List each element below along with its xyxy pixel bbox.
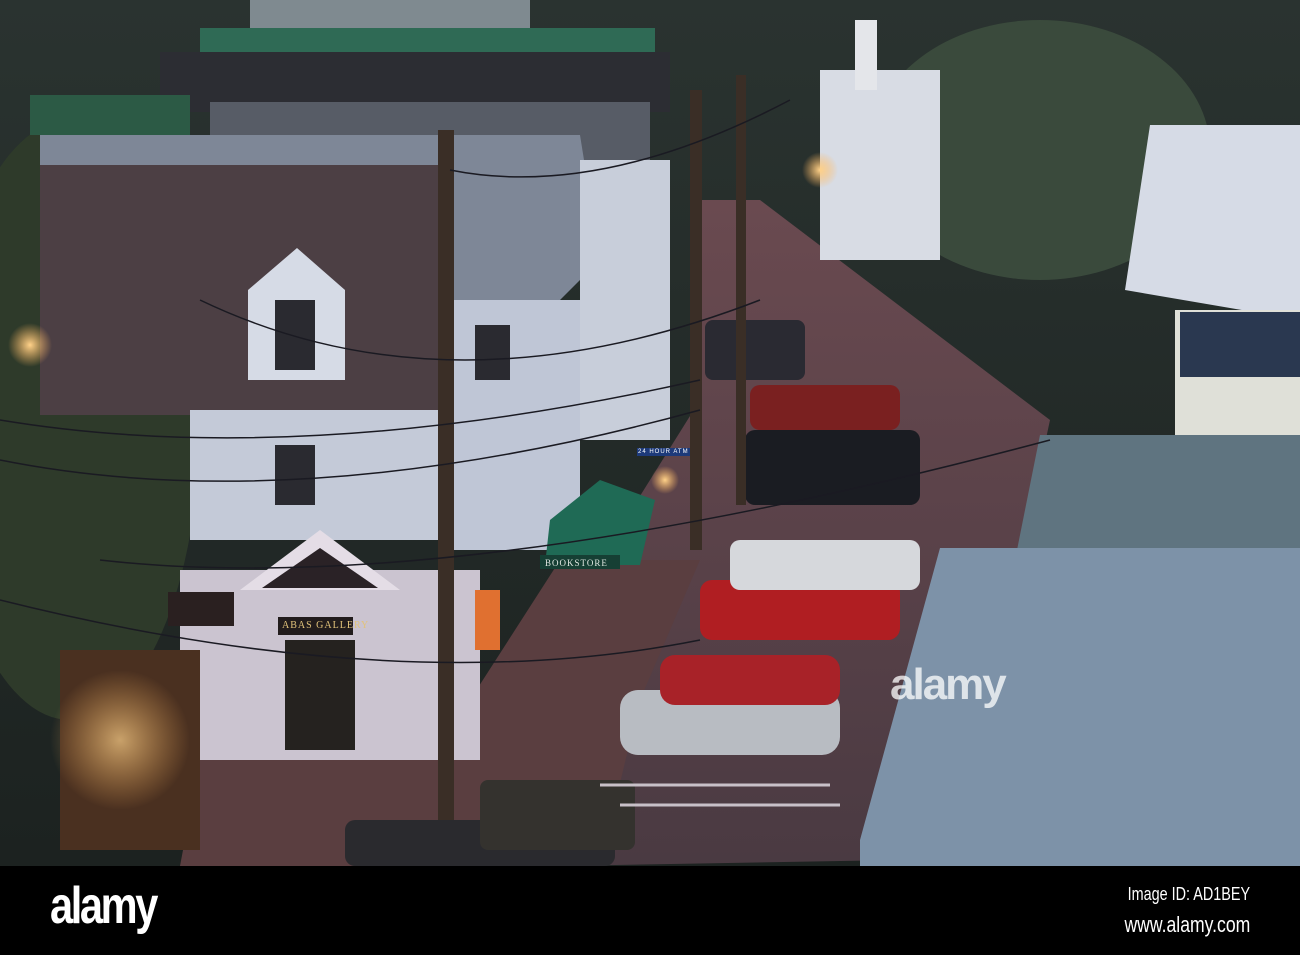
lit-window: [475, 590, 500, 650]
stock-photo-frame: BOOKSTORE ABAS GALLERY 24 HOUR ATM alamy…: [0, 0, 1300, 955]
lamp-post-light: [651, 466, 679, 494]
hanging-sign: [168, 592, 234, 626]
bookstore-sign: BOOKSTORE: [545, 558, 608, 568]
red-car: [660, 655, 840, 705]
house-facade: [190, 410, 460, 540]
website-link[interactable]: www.alamy.com: [1124, 912, 1250, 938]
jeep: [480, 780, 635, 850]
roof: [1180, 312, 1300, 377]
image-id-label: Image ID: AD1BEY: [1127, 884, 1250, 904]
utility-pole: [690, 90, 702, 550]
utility-pole: [438, 130, 454, 820]
house-facade: [1125, 125, 1300, 320]
shingled-roof: [40, 165, 440, 415]
town-street-dusk-photo: [0, 0, 1300, 866]
footer-bar: alamy Image ID: AD1BEY www.alamy.com: [0, 866, 1300, 955]
roof: [30, 95, 190, 135]
roof: [250, 0, 530, 28]
gallery-sign: ABAS GALLERY: [282, 620, 370, 631]
slate-roof: [1015, 435, 1300, 560]
street-light: [8, 323, 52, 367]
window: [475, 325, 510, 380]
utility-pole: [736, 75, 746, 505]
window: [275, 445, 315, 505]
house-facade: [580, 160, 670, 440]
red-suv: [750, 385, 900, 430]
atm-sign: 24 HOUR ATM: [637, 448, 690, 456]
white-building: [820, 70, 940, 260]
alamy-logo: alamy: [50, 877, 158, 935]
window: [275, 300, 315, 370]
green-roof: [200, 28, 655, 53]
alamy-watermark: alamy: [890, 660, 1007, 709]
white-suv: [730, 540, 920, 590]
chimney: [855, 20, 877, 90]
street-light: [802, 152, 838, 188]
parked-car: [705, 320, 805, 380]
